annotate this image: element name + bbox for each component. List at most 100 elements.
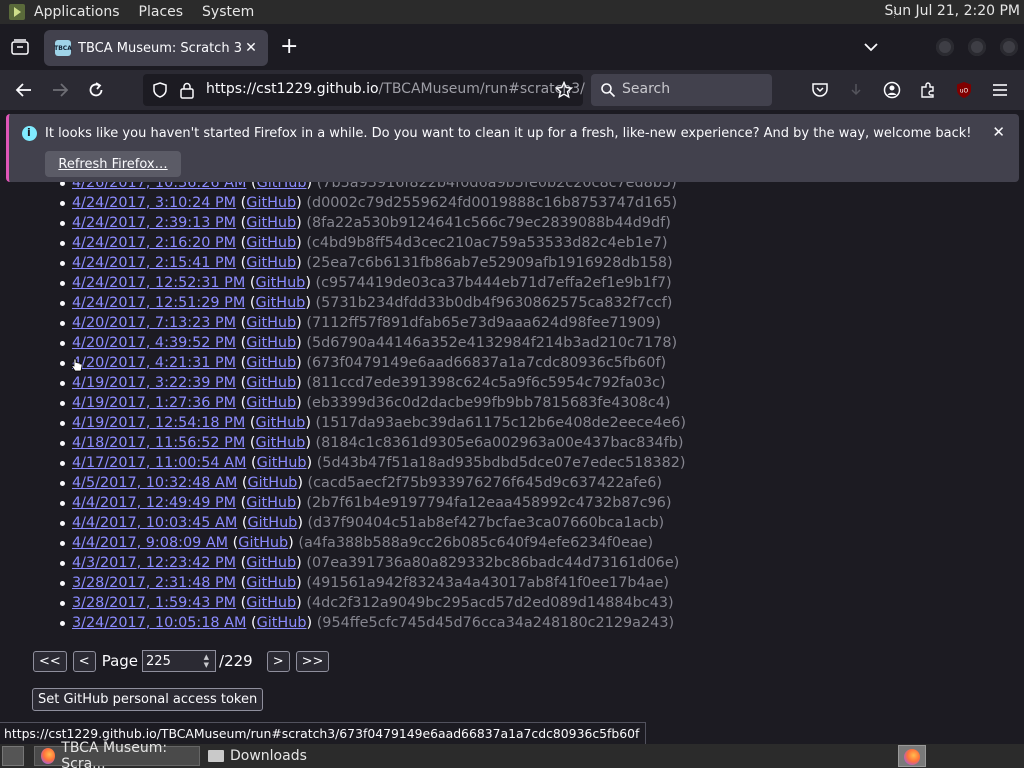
- commit-date-link[interactable]: 4/4/2017, 9:08:09 AM: [72, 535, 228, 551]
- github-link[interactable]: GitHub: [238, 535, 288, 551]
- commit-date-link[interactable]: 4/26/2017, 10:36:26 AM: [72, 182, 246, 191]
- extensions-puzzle-icon[interactable]: [918, 80, 938, 100]
- github-link[interactable]: GitHub: [257, 182, 307, 191]
- commit-date-link[interactable]: 4/4/2017, 10:03:45 AM: [72, 515, 237, 531]
- taskbar-item-label: TBCA Museum: Scra...: [61, 740, 168, 768]
- github-link[interactable]: GitHub: [255, 435, 305, 451]
- hand-pointer-cursor-icon: [71, 358, 83, 372]
- commit-date-link[interactable]: 4/19/2017, 1:27:36 PM: [72, 395, 236, 411]
- github-link[interactable]: GitHub: [246, 255, 296, 271]
- commit-list-item: 4/17/2017, 11:00:54 AM (GitHub) (5d43b47…: [59, 455, 686, 471]
- pocket-icon[interactable]: [810, 80, 830, 100]
- github-link[interactable]: GitHub: [247, 475, 297, 491]
- commit-list-item: 4/20/2017, 7:13:23 PM (GitHub) (7112ff57…: [59, 313, 686, 333]
- url-host: https://cst1229.github.io: [206, 81, 379, 97]
- github-link[interactable]: GitHub: [246, 395, 296, 411]
- reload-icon[interactable]: [86, 80, 106, 100]
- commit-date-link[interactable]: 3/28/2017, 1:59:43 PM: [72, 595, 236, 611]
- commit-date-link[interactable]: 4/17/2017, 11:00:54 AM: [72, 455, 246, 471]
- account-icon[interactable]: [882, 80, 902, 100]
- refresh-firefox-button[interactable]: Refresh Firefox…: [45, 151, 181, 177]
- downloads-arrow-icon[interactable]: [846, 80, 866, 100]
- github-link[interactable]: GitHub: [246, 375, 296, 391]
- last-page-button[interactable]: >>: [295, 650, 330, 672]
- first-page-button[interactable]: <<: [33, 650, 67, 672]
- commit-date-link[interactable]: 4/24/2017, 2:39:13 PM: [72, 215, 236, 231]
- github-link[interactable]: GitHub: [246, 355, 296, 371]
- page-number-input[interactable]: 225 ▲ ▼: [142, 650, 217, 672]
- github-link[interactable]: GitHub: [246, 195, 296, 211]
- github-link[interactable]: GitHub: [255, 415, 305, 431]
- github-link[interactable]: GitHub: [246, 235, 296, 251]
- tab-close-icon[interactable]: ✕: [242, 40, 260, 56]
- close-window-icon[interactable]: [1000, 38, 1018, 56]
- page-spinner-icon[interactable]: ▲ ▼: [204, 653, 209, 669]
- workspace-switcher[interactable]: [898, 745, 926, 767]
- commit-date-link[interactable]: 4/24/2017, 12:52:31 PM: [72, 275, 245, 291]
- github-link[interactable]: GitHub: [246, 495, 296, 511]
- next-page-button[interactable]: >: [266, 650, 290, 672]
- github-link[interactable]: GitHub: [257, 615, 307, 631]
- github-link[interactable]: GitHub: [247, 515, 297, 531]
- system-panel: Applications Places System Sun Jul 21, 2…: [0, 0, 1024, 24]
- github-link[interactable]: GitHub: [246, 315, 296, 331]
- commit-date-link[interactable]: 4/19/2017, 12:54:18 PM: [72, 415, 245, 431]
- commit-date-link[interactable]: 4/20/2017, 4:21:31 PM: [72, 355, 236, 371]
- commit-date-link[interactable]: 4/24/2017, 12:51:29 PM: [72, 295, 245, 311]
- commit-date-link[interactable]: 4/20/2017, 4:39:52 PM: [72, 335, 236, 351]
- refresh-firefox-label: Refresh Firefox…: [58, 156, 168, 172]
- menu-places[interactable]: Places: [139, 4, 184, 20]
- commit-date-link[interactable]: 4/18/2017, 11:56:52 PM: [72, 435, 245, 451]
- commit-list-item: 4/4/2017, 10:03:45 AM (GitHub) (d37f9040…: [59, 513, 686, 533]
- commit-date-link[interactable]: 3/24/2017, 10:05:18 AM: [72, 615, 246, 631]
- distro-logo-icon[interactable]: [9, 4, 25, 20]
- commit-date-link[interactable]: 4/19/2017, 3:22:39 PM: [72, 375, 236, 391]
- url-text[interactable]: https://cst1229.github.io/TBCAMuseum/run…: [206, 81, 585, 97]
- tracking-protection-shield-icon[interactable]: [151, 81, 169, 99]
- previous-page-button[interactable]: <: [72, 650, 96, 672]
- menu-system[interactable]: System: [202, 4, 254, 20]
- github-link[interactable]: GitHub: [246, 595, 296, 611]
- list-all-tabs-chevron-icon[interactable]: [863, 39, 879, 55]
- github-link[interactable]: GitHub: [246, 555, 296, 571]
- taskbar-item-downloads[interactable]: Downloads: [202, 746, 368, 766]
- svg-text:uO: uO: [960, 88, 969, 95]
- bookmark-star-icon[interactable]: [555, 81, 573, 99]
- maximize-window-icon[interactable]: [968, 38, 986, 56]
- forward-arrow-icon[interactable]: [50, 80, 70, 100]
- lock-icon[interactable]: [179, 81, 195, 99]
- commit-date-link[interactable]: 4/4/2017, 12:49:49 PM: [72, 495, 236, 511]
- url-bar[interactable]: https://cst1229.github.io/TBCAMuseum/run…: [143, 74, 585, 106]
- search-bar[interactable]: Search: [591, 74, 772, 106]
- github-link[interactable]: GitHub: [246, 575, 296, 591]
- set-github-token-button[interactable]: Set GitHub personal access token: [32, 688, 264, 711]
- commit-hash: (d0002c79d2559624fd0019888c16b8753747d16…: [306, 195, 678, 211]
- taskbar-item-firefox[interactable]: TBCA Museum: Scra...: [34, 740, 200, 768]
- github-link[interactable]: GitHub: [257, 455, 307, 471]
- commit-date-link[interactable]: 4/5/2017, 10:32:48 AM: [72, 475, 237, 491]
- commit-date-link[interactable]: 4/24/2017, 3:10:24 PM: [72, 195, 236, 211]
- commit-date-link[interactable]: 4/24/2017, 2:15:41 PM: [72, 255, 236, 271]
- commit-date-link[interactable]: 3/28/2017, 2:31:48 PM: [72, 575, 236, 591]
- ublock-origin-icon[interactable]: uO: [954, 80, 974, 100]
- github-link[interactable]: GitHub: [255, 295, 305, 311]
- github-link[interactable]: GitHub: [246, 335, 296, 351]
- page-number-value: 225: [146, 653, 171, 669]
- github-link[interactable]: GitHub: [255, 275, 305, 291]
- hamburger-menu-icon[interactable]: [990, 80, 1010, 100]
- minimize-window-icon[interactable]: [936, 38, 954, 56]
- back-arrow-icon[interactable]: [14, 80, 34, 100]
- commit-date-link[interactable]: 4/24/2017, 2:16:20 PM: [72, 235, 236, 251]
- firefox-view-icon[interactable]: [10, 37, 30, 57]
- notification-close-icon[interactable]: ✕: [992, 123, 1005, 141]
- clock[interactable]: Sun Jul 21, 2:20 PM: [884, 3, 1020, 19]
- screen: Applications Places System Sun Jul 21, 2…: [0, 0, 1024, 768]
- tab-tbca-museum[interactable]: TBCA TBCA Museum: Scratch 3.0 ✕: [44, 30, 268, 66]
- commit-hash: (25ea7c6b6131fb86ab7e52909afb1916928db15…: [306, 255, 673, 271]
- github-link[interactable]: GitHub: [246, 215, 296, 231]
- new-tab-plus-icon[interactable]: +: [280, 36, 298, 58]
- commit-date-link[interactable]: 4/20/2017, 7:13:23 PM: [72, 315, 236, 331]
- show-desktop-icon[interactable]: [2, 746, 24, 766]
- menu-applications[interactable]: Applications: [34, 4, 120, 20]
- commit-date-link[interactable]: 4/3/2017, 12:23:42 PM: [72, 555, 236, 571]
